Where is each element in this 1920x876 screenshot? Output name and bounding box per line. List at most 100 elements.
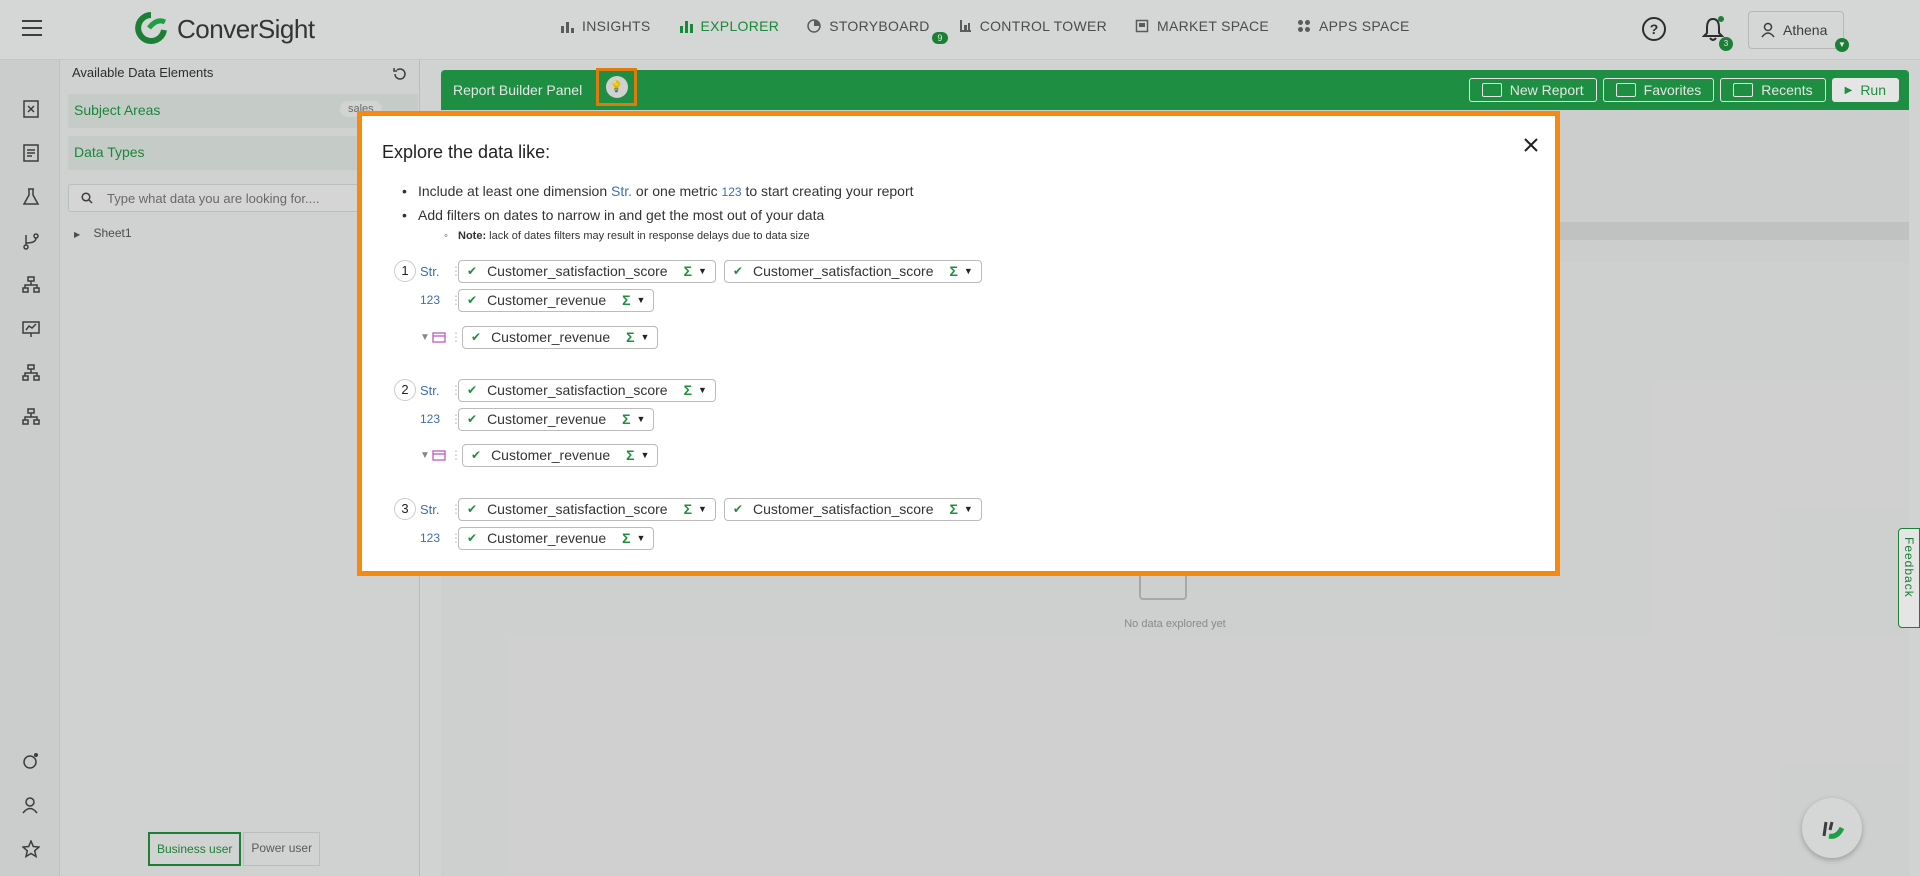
run-button[interactable]: ▶ Run (1831, 78, 1899, 102)
caret-down-icon[interactable]: ▼ (637, 414, 646, 424)
close-icon[interactable] (1520, 134, 1542, 156)
sigma-icon[interactable]: Σ (626, 447, 634, 463)
dimension-chip[interactable]: ✔ Customer_satisfaction_score Σ ▼ (458, 378, 716, 402)
date-filter-icon: ▼ (420, 331, 450, 343)
feedback-tab[interactable]: Feedback (1898, 528, 1920, 628)
report-list-icon[interactable] (22, 144, 40, 162)
caret-down-icon[interactable]: ▼ (964, 504, 973, 514)
filter-icon: ▼ (420, 331, 430, 343)
nav-apps-space[interactable]: APPS SPACE (1297, 18, 1410, 34)
check-icon: ✔ (471, 448, 482, 462)
tree-item-sheet1[interactable]: ▶ Sheet1 (74, 226, 132, 240)
market-space-icon (1135, 19, 1149, 33)
dimension-chip[interactable]: ✔ Customer_satisfaction_score Σ ▼ (458, 497, 716, 521)
nav-explorer[interactable]: EXPLORER (679, 18, 780, 34)
sigma-icon[interactable]: Σ (684, 501, 692, 517)
user-mode-toggle: Business user Power user (148, 832, 321, 866)
drag-handle-icon[interactable]: ⋮ (450, 330, 462, 344)
nav-insights[interactable]: INSIGHTS (560, 18, 651, 34)
users-icon[interactable] (22, 796, 40, 814)
filter-chip[interactable]: ✔ Customer_revenue Σ ▼ (462, 325, 659, 349)
user-menu-button[interactable]: Athena ▼ (1748, 11, 1849, 52)
hierarchy-icon[interactable] (22, 276, 40, 294)
storyboard-badge: 9 (932, 32, 948, 44)
nav-insights-label: INSIGHTS (582, 18, 651, 34)
filter-chip[interactable]: ✔ Customer_revenue Σ ▼ (462, 443, 659, 467)
metric-row: 123 ⋮ ✔ Customer_revenue Σ ▼ (420, 407, 662, 431)
flask-icon[interactable] (22, 188, 40, 206)
lightbulb-icon[interactable]: 💡 (605, 76, 628, 98)
metric-chip[interactable]: ✔ Customer_revenue Σ ▼ (458, 407, 655, 431)
excel-file-icon[interactable] (22, 100, 40, 118)
caret-down-icon[interactable]: ▼ (637, 295, 646, 305)
caret-down-icon[interactable]: ▼ (641, 450, 650, 460)
recents-icon (1733, 83, 1754, 97)
chat-assistant-button[interactable] (1802, 798, 1862, 858)
check-icon: ✔ (732, 264, 743, 278)
caret-down-icon[interactable]: ▼ (641, 332, 650, 342)
business-user-button[interactable]: Business user (148, 832, 242, 866)
control-tower-icon (959, 20, 971, 32)
caret-down-icon[interactable]: ▼ (698, 504, 707, 514)
sigma-icon[interactable]: Σ (622, 292, 630, 308)
feedback-label: Feedback (1902, 537, 1916, 598)
favorites-icon (1615, 83, 1636, 97)
ai-assistant-icon[interactable] (22, 752, 40, 770)
dimension-chip[interactable]: ✔ Customer_satisfaction_score Σ ▼ (723, 259, 982, 283)
help-icon[interactable]: ? (1642, 17, 1666, 41)
drag-handle-icon[interactable]: ⋮ (450, 502, 462, 516)
nav-control-tower[interactable]: CONTROL TOWER (958, 18, 1107, 34)
caret-down-icon[interactable]: ▼ (698, 385, 707, 395)
caret-down-icon[interactable]: ▼ (964, 266, 973, 276)
dimension-row: Str. ⋮ ✔ Customer_satisfaction_score Σ ▼ ✔ Cu… (420, 259, 990, 283)
drag-handle-icon[interactable]: ⋮ (450, 448, 462, 462)
network-icon[interactable] (22, 408, 40, 426)
metric-chip[interactable]: ✔ Customer_revenue Σ ▼ (458, 288, 655, 312)
caret-down-icon[interactable]: ▼ (637, 533, 646, 543)
chip-label: Customer_satisfaction_score (487, 501, 668, 517)
recents-button[interactable]: Recents (1720, 78, 1826, 102)
org-chart-icon[interactable] (22, 364, 40, 382)
dimension-chip[interactable]: ✔ Customer_satisfaction_score Σ ▼ (458, 259, 716, 283)
drag-handle-icon[interactable]: ⋮ (450, 412, 462, 426)
sigma-icon[interactable]: Σ (622, 530, 630, 546)
caret-down-icon[interactable]: ▼ (698, 266, 707, 276)
power-user-button[interactable]: Power user (243, 832, 321, 866)
drag-handle-icon[interactable]: ⋮ (450, 264, 462, 278)
nav-storyboard[interactable]: STORYBOARD 9 (807, 18, 948, 44)
sigma-icon[interactable]: Σ (950, 501, 958, 517)
git-branch-icon[interactable] (22, 232, 40, 250)
search-box (68, 184, 368, 212)
new-report-button[interactable]: New Report (1468, 78, 1597, 102)
drag-handle-icon[interactable]: ⋮ (450, 531, 462, 545)
drag-handle-icon[interactable]: ⋮ (450, 383, 462, 397)
dimension-chip[interactable]: ✔ Customer_satisfaction_score Σ ▼ (723, 497, 982, 521)
panel-title: Available Data Elements (72, 65, 214, 80)
hamburger-menu-icon[interactable] (22, 20, 42, 36)
star-icon[interactable] (22, 840, 40, 858)
storyboard-icon (807, 19, 821, 33)
search-input[interactable] (107, 190, 347, 206)
date-filter-icon: ▼ (420, 449, 450, 461)
icon-rail (0, 60, 60, 876)
filter-row: ▼ ⋮ ✔ Customer_revenue Σ ▼ (420, 443, 666, 467)
sigma-icon[interactable]: Σ (626, 329, 634, 345)
nav-market-space[interactable]: MARKET SPACE (1135, 18, 1269, 34)
sigma-icon[interactable]: Σ (622, 411, 630, 427)
tip1-mid: or one metric (635, 183, 718, 199)
recents-label: Recents (1761, 82, 1813, 98)
favorites-button[interactable]: Favorites (1602, 78, 1715, 102)
metric-chip[interactable]: ✔ Customer_revenue Σ ▼ (458, 526, 655, 550)
metric-row: 123 ⋮ ✔ Customer_revenue Σ ▼ (420, 288, 662, 312)
presentation-chart-icon[interactable] (22, 320, 40, 338)
refresh-icon[interactable] (392, 66, 408, 82)
drag-handle-icon[interactable]: ⋮ (450, 293, 462, 307)
sigma-icon[interactable]: Σ (684, 263, 692, 279)
tips-highlight[interactable]: 💡 (596, 68, 637, 106)
explorer-chart-icon (679, 21, 693, 33)
sigma-icon[interactable]: Σ (950, 263, 958, 279)
logo[interactable]: ConverSight (135, 12, 315, 46)
sigma-icon[interactable]: Σ (684, 382, 692, 398)
chip-label: Customer_revenue (487, 530, 607, 546)
calendar-icon (432, 332, 446, 343)
